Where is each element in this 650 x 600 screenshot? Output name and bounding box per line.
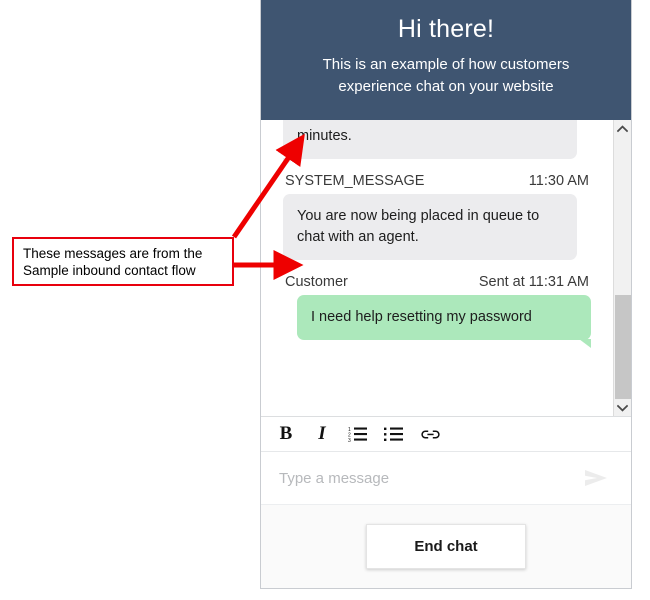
chat-message: minutes.	[283, 120, 591, 167]
link-icon[interactable]	[419, 423, 441, 445]
message-bubble: minutes.	[283, 120, 577, 167]
message-bubble: You are now being placed in queue to cha…	[283, 194, 577, 268]
chat-message: Customer Sent at 11:31 AM I need help re…	[283, 264, 591, 348]
end-chat-button[interactable]: End chat	[366, 524, 526, 569]
transcript-scrollbar[interactable]	[613, 120, 631, 416]
message-timestamp: Sent at 11:31 AM	[478, 274, 589, 290]
chevron-up-icon	[617, 124, 628, 133]
chat-transcript[interactable]: minutes. SYSTEM_MESSAGE 11:30 AM You are…	[261, 120, 613, 416]
ordered-list-icon[interactable]: 1 2 3	[347, 423, 369, 445]
svg-text:3: 3	[348, 438, 351, 442]
message-composer	[261, 452, 631, 504]
chat-header: Hi there! This is an example of how cust…	[261, 0, 631, 120]
scroll-down-button[interactable]	[614, 399, 631, 416]
chat-footer: End chat	[261, 504, 631, 588]
annotation-callout: These messages are from the Sample inbou…	[12, 237, 234, 286]
message-sender: SYSTEM_MESSAGE	[285, 173, 425, 189]
scrollbar-thumb[interactable]	[615, 295, 631, 405]
scroll-up-button[interactable]	[614, 120, 631, 137]
send-arrow-icon[interactable]	[579, 465, 613, 491]
message-input[interactable]	[279, 469, 579, 487]
chat-transcript-region: minutes. SYSTEM_MESSAGE 11:30 AM You are…	[261, 120, 631, 416]
message-meta: SYSTEM_MESSAGE 11:30 AM	[283, 163, 591, 194]
annotation-callout-text: These messages are from the Sample inbou…	[23, 245, 203, 278]
format-toolbar: B I 1 2 3	[261, 416, 631, 452]
message-timestamp: 11:30 AM	[528, 173, 589, 189]
message-bubble: I need help resetting my password	[297, 295, 591, 348]
chat-title: Hi there!	[397, 15, 495, 43]
chat-subtitle: This is an example of how customers expe…	[322, 56, 570, 95]
italic-icon[interactable]: I	[311, 423, 333, 445]
chevron-down-icon	[617, 404, 628, 412]
message-sender: Customer	[285, 274, 348, 290]
message-meta: Customer Sent at 11:31 AM	[283, 264, 591, 295]
bold-icon[interactable]: B	[275, 423, 297, 445]
unordered-list-icon[interactable]	[383, 423, 405, 445]
chat-widget: Hi there! This is an example of how cust…	[260, 0, 632, 589]
chat-message: SYSTEM_MESSAGE 11:30 AM You are now bein…	[283, 163, 591, 268]
